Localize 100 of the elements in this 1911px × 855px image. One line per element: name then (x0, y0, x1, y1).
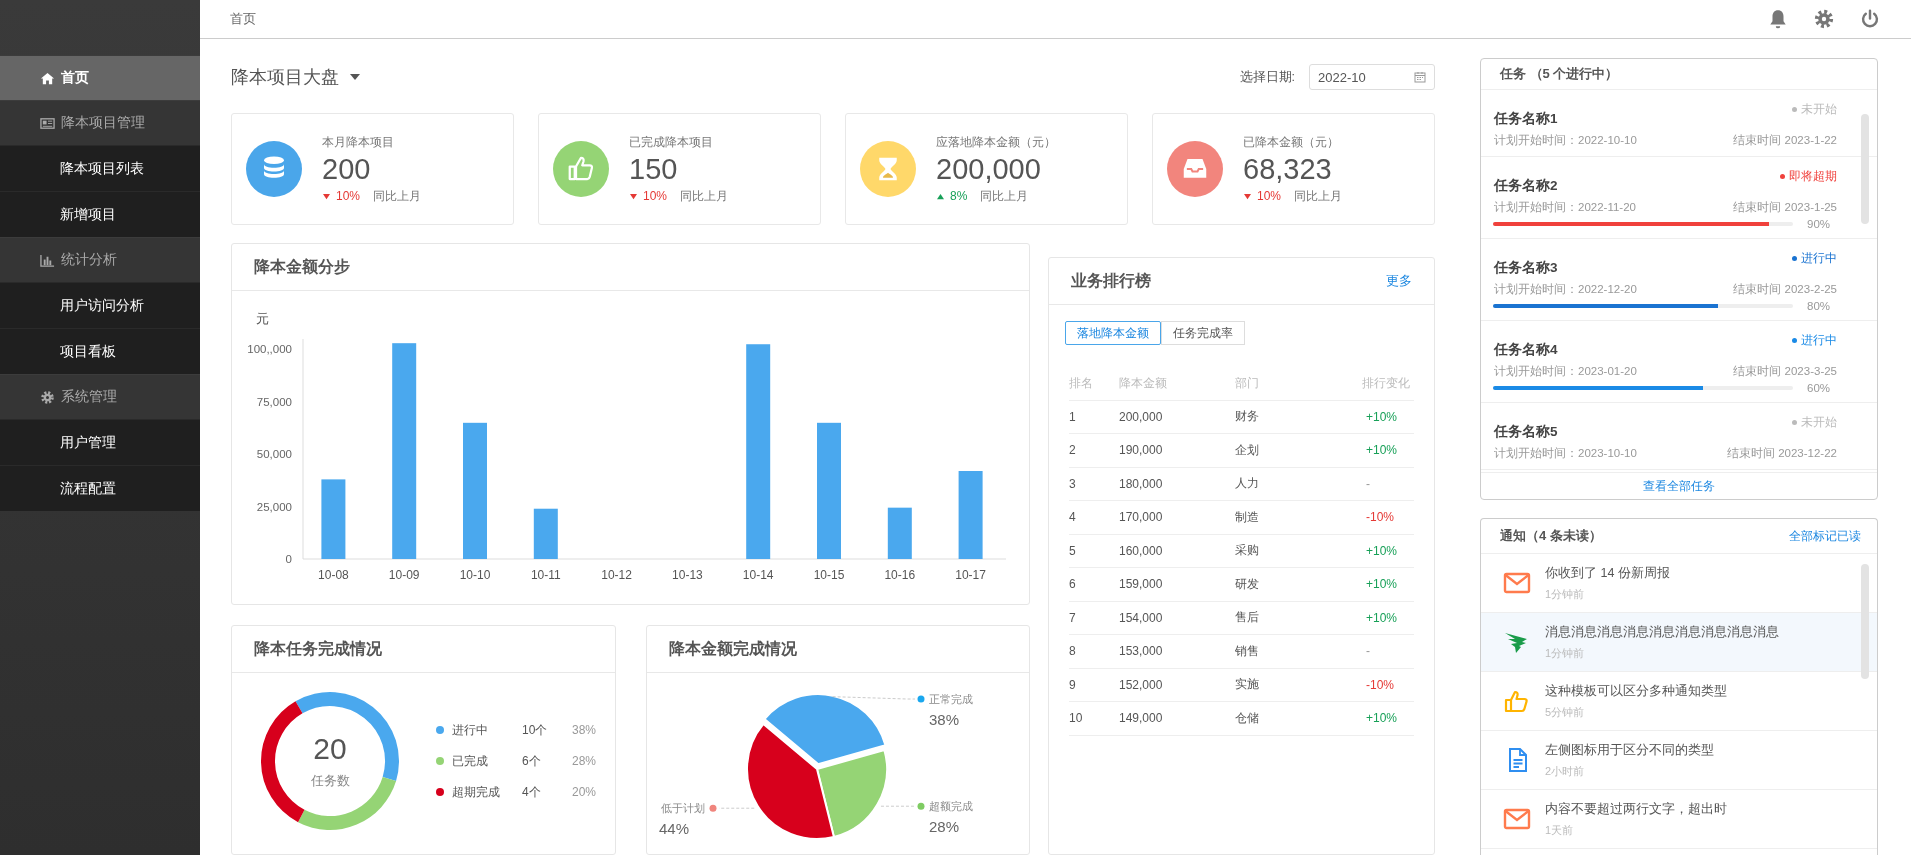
sidebar-subitem[interactable]: 项目看板 (0, 328, 200, 374)
notification-text: 消息消息消息消息消息消息消息消息消息 (1545, 623, 1779, 641)
sidebar-subitem[interactable]: 降本项目列表 (0, 145, 200, 191)
notification-time: 1分钟前 (1545, 586, 1586, 602)
notification-item[interactable]: 消息消息消息消息消息消息消息消息消息 1分钟前 (1481, 613, 1877, 672)
table-cell-text: 190,000 (1119, 443, 1164, 458)
x-tick-label: 10-13 (672, 568, 703, 582)
task-item[interactable]: 任务名称4 进行中 计划开始时间：2023-01-20 结束时间 2023-3-25 60% (1481, 321, 1877, 403)
task-name: 任务名称5 (1494, 423, 1558, 441)
power-icon[interactable] (1859, 8, 1881, 30)
settings-icon[interactable] (1813, 8, 1835, 30)
label-dot (709, 804, 716, 812)
stat-value: 150 (629, 152, 679, 186)
x-tick-label: 10-11 (530, 568, 561, 582)
task-end-date: 结束时间 2023-1-22 (1733, 133, 1837, 148)
date-field[interactable]: 2022-10 (1309, 64, 1435, 90)
table-cell-text: 159,000 (1119, 577, 1164, 592)
home-icon (40, 70, 55, 86)
task-item[interactable]: 任务名称5 未开始 计划开始时间：2023-10-10 结束时间 2023-12-22 (1481, 403, 1877, 470)
view-all-tasks-link[interactable]: 查看全部任务 (1643, 477, 1715, 495)
pie-label: 低于计划 (660, 802, 705, 815)
stat-label: 已完成降本项目 (629, 133, 714, 151)
sidebar-subitem[interactable]: 新增项目 (0, 191, 200, 237)
sidebar-subitem[interactable]: 流程配置 (0, 465, 200, 511)
table-cell-text: 8 (1069, 644, 1077, 659)
legend-dot (436, 757, 444, 765)
task-item[interactable]: 任务名称3 进行中 计划开始时间：2022-12-20 结束时间 2023-2-25 80% (1481, 239, 1877, 321)
table-cell-text: 5 (1069, 543, 1077, 558)
label-dot (917, 802, 924, 810)
task-status: 即将超期 (1789, 169, 1837, 184)
donut-center-value: 20 (313, 732, 347, 766)
table-cell-text: 180,000 (1119, 476, 1164, 491)
table-cell-text: 3 (1069, 476, 1077, 491)
table-cell-text: 采购 (1235, 542, 1260, 560)
y-tick-label: 50,000 (256, 448, 292, 461)
table-cell-text: 销售 (1235, 642, 1260, 660)
stat-compare-label: 同比上月 (1294, 187, 1343, 205)
notification-item[interactable]: 左侧图标用于区分不同的类型 2小时前 (1481, 731, 1877, 790)
sidebar-subitem[interactable]: 用户管理 (0, 419, 200, 465)
task-name: 任务名称4 (1494, 341, 1558, 359)
task-end-date: 结束时间 2023-2-25 (1733, 282, 1837, 297)
stat-compare-label: 同比上月 (680, 187, 729, 205)
notification-time: 5分钟前 (1545, 704, 1586, 720)
task-end-date: 结束时间 2023-1-25 (1733, 200, 1837, 215)
legend-percent: 28% (572, 754, 597, 768)
notification-bell-icon[interactable] (1767, 8, 1789, 30)
dashboard-title[interactable]: 降本项目大盘 (231, 65, 339, 89)
x-tick-label: 10-12 (601, 568, 632, 582)
scrollbar[interactable] (1861, 564, 1869, 679)
pie-value-label: 44% (658, 820, 689, 838)
x-tick-label: 10-15 (813, 568, 845, 582)
caret-icon[interactable] (349, 73, 361, 81)
column-header: 排名 (1069, 374, 1094, 392)
table-cell-text: 2 (1069, 443, 1077, 458)
sidebar-subitem[interactable]: 用户访问分析 (0, 282, 200, 328)
notification-item[interactable]: 内容不要超过两行文字，超出时 1天前 (1481, 790, 1877, 849)
task-name: 任务名称2 (1494, 177, 1558, 195)
breadcrumb[interactable]: 首页 (230, 10, 256, 28)
stat-compare-label: 同比上月 (373, 187, 422, 205)
date-label: 选择日期: (1239, 68, 1295, 86)
y-tick-label: 100,,000 (247, 343, 292, 356)
table-cell-text: -10% (1366, 510, 1395, 525)
legend-count: 4个 (522, 783, 542, 801)
card-title: 降本金额分步 (254, 256, 350, 277)
progress-percent: 60% (1807, 382, 1832, 394)
notification-time: 1天前 (1545, 822, 1575, 838)
stat-compare-label: 同比上月 (980, 187, 1029, 205)
bar-chart-icon (40, 252, 55, 268)
envelope-icon (1503, 571, 1531, 595)
table-cell-text: - (1366, 476, 1371, 491)
ranking-tab[interactable]: 落地降本金额 (1065, 321, 1161, 345)
table-cell-text: 实施 (1235, 676, 1260, 694)
newspaper-icon (40, 115, 55, 131)
y-axis-unit: 元 (256, 311, 269, 326)
table-cell-text: +10% (1366, 610, 1399, 625)
stat-label: 已降本金额（元） (1243, 133, 1340, 151)
gear-icon (40, 389, 55, 405)
mark-all-read-link[interactable]: 全部标记已读 (1789, 527, 1861, 545)
ranking-tab[interactable]: 任务完成率 (1161, 321, 1245, 345)
label-dot (917, 695, 924, 703)
notification-text: 左侧图标用于区分不同的类型 (1545, 741, 1714, 759)
table-cell-text: 人力 (1235, 475, 1260, 493)
table-cell-text: 4 (1069, 510, 1077, 525)
card-title: 降本金额完成情况 (668, 638, 797, 659)
card-title: 降本任务完成情况 (254, 638, 382, 659)
notification-item[interactable]: 这种模板可以区分多种通知类型 5分钟前 (1481, 672, 1877, 731)
notification-time: 1分钟前 (1545, 645, 1586, 661)
progress-percent: 80% (1807, 300, 1832, 312)
stat-change: 10% (336, 189, 361, 203)
sidebar-item[interactable]: 首页 (0, 55, 200, 100)
more-link[interactable]: 更多 (1386, 272, 1412, 290)
x-tick-label: 10-08 (318, 568, 349, 582)
legend-count: 10个 (522, 721, 549, 739)
stat-label: 应落地降本金额（元） (936, 133, 1056, 151)
task-status: 未开始 (1801, 415, 1837, 430)
stat-change: 10% (643, 189, 668, 203)
table-cell-text: 制造 (1235, 508, 1260, 526)
table-cell-text: 企划 (1235, 441, 1260, 459)
scrollbar[interactable] (1861, 114, 1869, 224)
stat-value: 200,000 (936, 152, 1042, 186)
